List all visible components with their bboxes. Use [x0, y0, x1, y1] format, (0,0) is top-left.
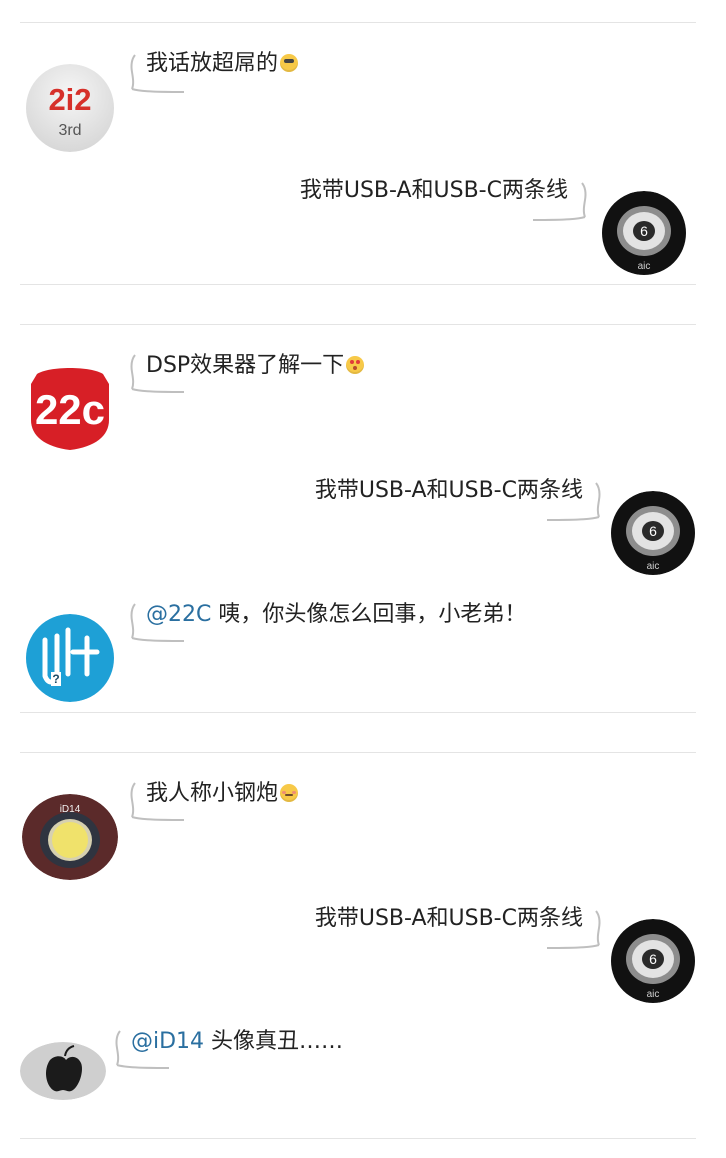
avatar[interactable]: 6 aic: [600, 191, 688, 275]
message-body: 我人称小钢炮: [146, 781, 279, 806]
message-text: @22C 咦，你头像怎么回事，小老弟！: [146, 601, 526, 629]
avatar[interactable]: 6 aic: [610, 919, 696, 1003]
black-knob-avatar-icon: 6 aic: [611, 919, 695, 1003]
id14-device-avatar-icon: iD14: [22, 794, 118, 880]
thread-divider-bottom: [20, 284, 696, 285]
speech-bubble-icon: [546, 482, 601, 521]
heart-eyes-emoji-icon: [346, 356, 365, 374]
thread-divider-top: [20, 324, 696, 325]
message-body: 头像真丑……: [211, 1029, 344, 1054]
knob-label: 6: [649, 951, 657, 967]
message-text: 我话放超屌的: [146, 50, 299, 78]
message-body: 我带USB-A和USB-C两条线: [314, 478, 583, 503]
message-body: DSP效果器了解一下: [146, 353, 345, 378]
message-body: 咦，你头像怎么回事，小老弟！: [218, 602, 527, 627]
22c-shield-avatar-icon: 22c: [31, 368, 109, 450]
apple-avatar-icon: [20, 1042, 106, 1100]
blush-emoji-icon: [280, 784, 299, 802]
message-body: 我话放超屌的: [146, 51, 279, 76]
mention-link[interactable]: @22C: [146, 602, 211, 627]
message-text: 我带USB-A和USB-C两条线: [258, 177, 568, 205]
knob-sub: aic: [638, 261, 651, 272]
avatar[interactable]: ?: [25, 614, 115, 702]
sunglasses-emoji-icon: [280, 54, 299, 72]
avatar[interactable]: iD14: [22, 794, 118, 880]
2i2-logo-line2: 3rd: [58, 122, 81, 139]
message-text: @iD14 头像真丑……: [131, 1028, 343, 1056]
knob-label: 6: [649, 523, 657, 539]
thread-divider-top: [20, 752, 696, 753]
22c-logo-text: 22c: [35, 386, 105, 433]
message-body: 我带USB-A和USB-C两条线: [314, 906, 583, 931]
knob-label: 6: [640, 223, 648, 239]
thread-divider-bottom: [20, 1138, 696, 1139]
message-text: 我带USB-A和USB-C两条线: [273, 477, 583, 505]
thread-divider-top: [20, 22, 696, 23]
2i2-logo-line1: 2i2: [48, 82, 91, 117]
message-text: DSP效果器了解一下: [146, 352, 365, 380]
message-text: 我人称小钢炮: [146, 780, 299, 808]
black-knob-avatar-icon: 6 aic: [611, 491, 695, 575]
knob-sub: aic: [647, 989, 660, 1000]
knob-sub: aic: [647, 561, 660, 572]
avatar[interactable]: 6 aic: [610, 491, 696, 575]
message-body: 我带USB-A和USB-C两条线: [299, 178, 568, 203]
black-knob-avatar-icon: 6 aic: [602, 191, 686, 275]
speech-bubble-icon: [532, 182, 587, 221]
avatar[interactable]: [20, 1042, 106, 1100]
question-mark: ?: [52, 672, 59, 686]
thread-divider-bottom: [20, 712, 696, 713]
device-label: iD14: [60, 804, 81, 815]
mention-link[interactable]: @iD14: [131, 1029, 204, 1054]
speech-bubble-icon: [546, 910, 601, 949]
avatar[interactable]: 22c: [25, 366, 115, 452]
avatar[interactable]: 2i2 3rd: [24, 64, 116, 152]
blue-circle-avatar-icon: ?: [26, 614, 114, 702]
2i2-3rd-avatar-icon: 2i2 3rd: [26, 64, 114, 152]
message-text: 我带USB-A和USB-C两条线: [273, 905, 583, 933]
